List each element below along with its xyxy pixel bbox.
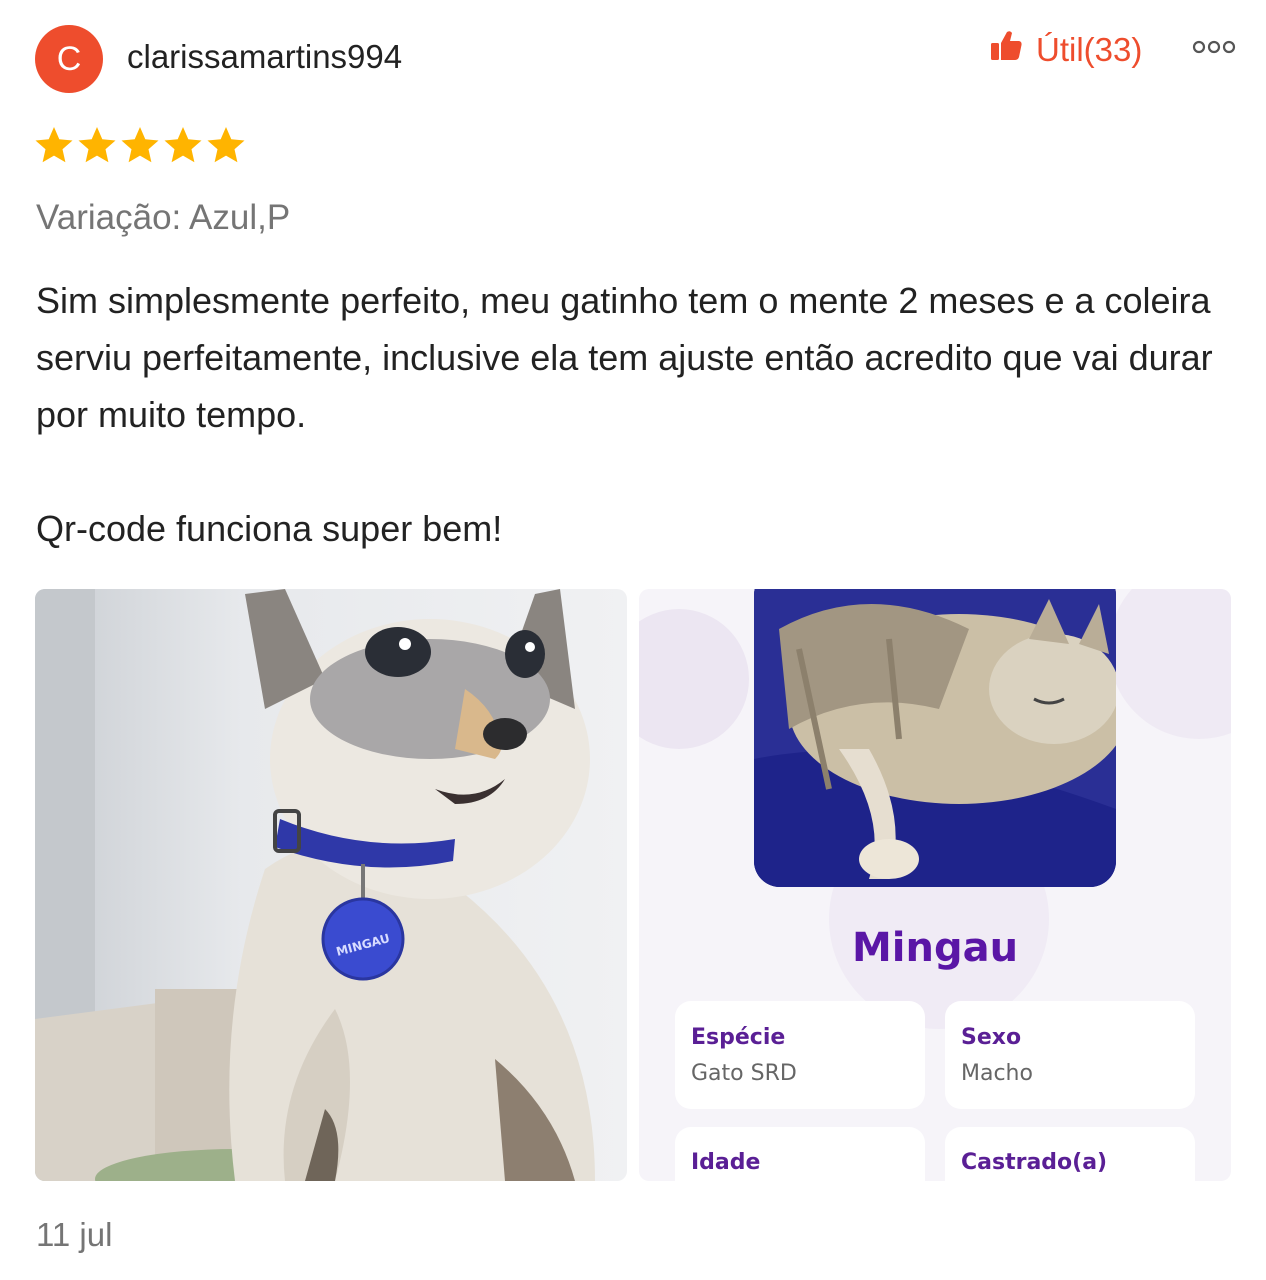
more-options-button[interactable] [1191,34,1237,60]
field-label: Espécie [691,1025,785,1050]
review-photo-2[interactable]: Mingau Espécie Gato SRD Sexo Macho Idade… [639,589,1231,1181]
avatar-initial: C [56,39,82,78]
helpful-count-label: Útil(33) [1036,31,1143,68]
reviewer-username[interactable]: clarissamartins994 [127,38,402,76]
field-label: Idade [691,1150,760,1175]
thumbs-up-icon [988,28,1024,72]
field-label: Sexo [961,1025,1021,1050]
star-icon [78,127,116,163]
field-label: Castrado(a) [961,1150,1107,1175]
field-value: Gato SRD [691,1061,797,1086]
star-rating [34,125,246,165]
review-text: Sim simplesmente perfeito, meu gatinho t… [36,272,1236,557]
product-variation: Variação: Azul,P [36,198,291,237]
field-value: Macho [961,1061,1033,1086]
review-paragraph: Sim simplesmente perfeito, meu gatinho t… [36,280,1213,435]
star-icon [35,127,73,163]
avatar[interactable]: C [35,25,103,93]
review-photo-1[interactable]: MINGAU [35,589,627,1181]
star-icon [164,127,202,163]
helpful-button[interactable]: Útil(33) [988,28,1142,72]
star-icon [121,127,159,163]
star-icon [207,127,245,163]
pet-name: Mingau [852,925,1018,971]
more-options-icon [1192,40,1236,54]
review-date: 11 jul [36,1216,113,1253]
review-paragraph: Qr-code funciona super bem! [36,508,503,549]
